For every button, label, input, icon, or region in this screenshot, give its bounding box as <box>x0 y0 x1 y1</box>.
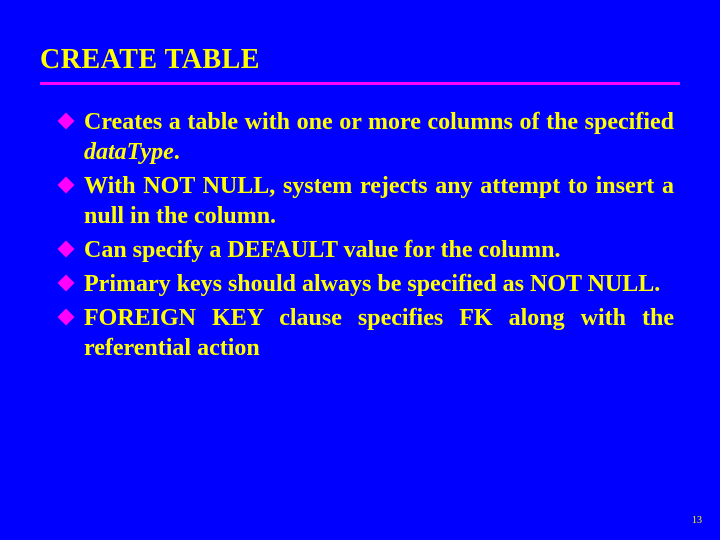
list-item: Can specify a DEFAULT value for the colu… <box>60 235 674 265</box>
bullet-text-pre: Can specify a DEFAULT value for the colu… <box>84 237 560 263</box>
slide-title: CREATE TABLE <box>40 44 680 85</box>
bullet-text-em: dataType <box>84 139 174 165</box>
bullet-icon <box>58 275 75 292</box>
bullet-icon <box>58 177 75 194</box>
list-item: With NOT NULL, system rejects any attemp… <box>60 171 674 231</box>
bullet-text-post: . <box>174 139 180 165</box>
list-item: Creates a table with one or more columns… <box>60 107 674 167</box>
bullet-text-pre: FOREIGN KEY clause specifies FK along wi… <box>84 305 674 361</box>
bullet-text-pre: Primary keys should always be specified … <box>84 271 660 297</box>
bullet-list: Creates a table with one or more columns… <box>40 107 680 363</box>
list-item: FOREIGN KEY clause specifies FK along wi… <box>60 303 674 363</box>
bullet-icon <box>58 113 75 130</box>
bullet-icon <box>58 309 75 326</box>
page-number: 13 <box>692 515 702 526</box>
list-item: Primary keys should always be specified … <box>60 269 674 299</box>
slide: CREATE TABLE Creates a table with one or… <box>0 0 720 540</box>
bullet-icon <box>58 241 75 258</box>
bullet-text-pre: Creates a table with one or more columns… <box>84 109 674 135</box>
bullet-text-pre: With NOT NULL, system rejects any attemp… <box>84 173 674 229</box>
